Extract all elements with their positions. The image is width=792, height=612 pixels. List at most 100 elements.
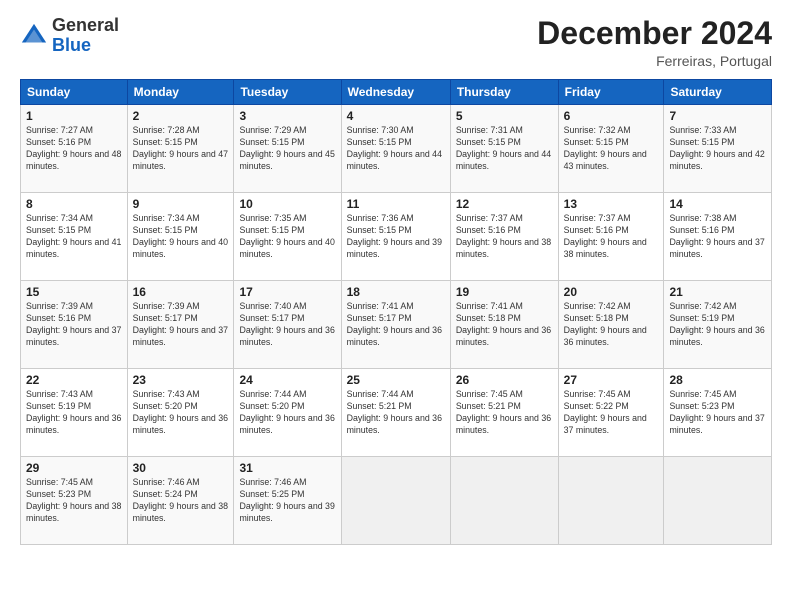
day-number: 27: [564, 373, 659, 387]
header-tuesday: Tuesday: [234, 80, 341, 105]
table-cell: 15 Sunrise: 7:39 AM Sunset: 5:16 PM Dayl…: [21, 281, 128, 369]
page: General Blue December 2024 Ferreiras, Po…: [0, 0, 792, 612]
day-info: Sunrise: 7:31 AM Sunset: 5:15 PM Dayligh…: [456, 125, 553, 173]
day-info: Sunrise: 7:38 AM Sunset: 5:16 PM Dayligh…: [669, 213, 766, 261]
day-info: Sunrise: 7:37 AM Sunset: 5:16 PM Dayligh…: [564, 213, 659, 261]
day-number: 25: [347, 373, 445, 387]
day-number: 7: [669, 109, 766, 123]
calendar-table: Sunday Monday Tuesday Wednesday Thursday…: [20, 79, 772, 545]
day-number: 23: [133, 373, 229, 387]
table-cell: [664, 457, 772, 545]
day-number: 24: [239, 373, 335, 387]
day-number: 2: [133, 109, 229, 123]
day-info: Sunrise: 7:35 AM Sunset: 5:15 PM Dayligh…: [239, 213, 335, 261]
day-number: 11: [347, 197, 445, 211]
header-friday: Friday: [558, 80, 664, 105]
table-cell: 3 Sunrise: 7:29 AM Sunset: 5:15 PM Dayli…: [234, 105, 341, 193]
day-number: 9: [133, 197, 229, 211]
table-cell: 12 Sunrise: 7:37 AM Sunset: 5:16 PM Dayl…: [450, 193, 558, 281]
title-block: December 2024 Ferreiras, Portugal: [537, 16, 772, 69]
table-cell: 31 Sunrise: 7:46 AM Sunset: 5:25 PM Dayl…: [234, 457, 341, 545]
table-cell: 23 Sunrise: 7:43 AM Sunset: 5:20 PM Dayl…: [127, 369, 234, 457]
table-cell: 4 Sunrise: 7:30 AM Sunset: 5:15 PM Dayli…: [341, 105, 450, 193]
day-number: 10: [239, 197, 335, 211]
day-info: Sunrise: 7:36 AM Sunset: 5:15 PM Dayligh…: [347, 213, 445, 261]
month-title: December 2024: [537, 16, 772, 51]
day-info: Sunrise: 7:45 AM Sunset: 5:22 PM Dayligh…: [564, 389, 659, 437]
table-cell: 29 Sunrise: 7:45 AM Sunset: 5:23 PM Dayl…: [21, 457, 128, 545]
calendar-week-row: 29 Sunrise: 7:45 AM Sunset: 5:23 PM Dayl…: [21, 457, 772, 545]
table-cell: 2 Sunrise: 7:28 AM Sunset: 5:15 PM Dayli…: [127, 105, 234, 193]
day-info: Sunrise: 7:37 AM Sunset: 5:16 PM Dayligh…: [456, 213, 553, 261]
day-info: Sunrise: 7:42 AM Sunset: 5:18 PM Dayligh…: [564, 301, 659, 349]
table-cell: 24 Sunrise: 7:44 AM Sunset: 5:20 PM Dayl…: [234, 369, 341, 457]
table-cell: 11 Sunrise: 7:36 AM Sunset: 5:15 PM Dayl…: [341, 193, 450, 281]
table-cell: 18 Sunrise: 7:41 AM Sunset: 5:17 PM Dayl…: [341, 281, 450, 369]
table-cell: [558, 457, 664, 545]
day-number: 6: [564, 109, 659, 123]
table-cell: 17 Sunrise: 7:40 AM Sunset: 5:17 PM Dayl…: [234, 281, 341, 369]
table-cell: 7 Sunrise: 7:33 AM Sunset: 5:15 PM Dayli…: [664, 105, 772, 193]
day-info: Sunrise: 7:43 AM Sunset: 5:20 PM Dayligh…: [133, 389, 229, 437]
calendar-week-row: 1 Sunrise: 7:27 AM Sunset: 5:16 PM Dayli…: [21, 105, 772, 193]
day-info: Sunrise: 7:45 AM Sunset: 5:23 PM Dayligh…: [669, 389, 766, 437]
table-cell: [341, 457, 450, 545]
table-cell: 30 Sunrise: 7:46 AM Sunset: 5:24 PM Dayl…: [127, 457, 234, 545]
day-number: 26: [456, 373, 553, 387]
day-info: Sunrise: 7:29 AM Sunset: 5:15 PM Dayligh…: [239, 125, 335, 173]
header: General Blue December 2024 Ferreiras, Po…: [20, 16, 772, 69]
day-number: 15: [26, 285, 122, 299]
day-number: 14: [669, 197, 766, 211]
day-info: Sunrise: 7:44 AM Sunset: 5:21 PM Dayligh…: [347, 389, 445, 437]
table-cell: 19 Sunrise: 7:41 AM Sunset: 5:18 PM Dayl…: [450, 281, 558, 369]
table-cell: [450, 457, 558, 545]
day-number: 31: [239, 461, 335, 475]
day-info: Sunrise: 7:39 AM Sunset: 5:16 PM Dayligh…: [26, 301, 122, 349]
day-info: Sunrise: 7:41 AM Sunset: 5:18 PM Dayligh…: [456, 301, 553, 349]
header-thursday: Thursday: [450, 80, 558, 105]
table-cell: 13 Sunrise: 7:37 AM Sunset: 5:16 PM Dayl…: [558, 193, 664, 281]
table-cell: 9 Sunrise: 7:34 AM Sunset: 5:15 PM Dayli…: [127, 193, 234, 281]
day-info: Sunrise: 7:39 AM Sunset: 5:17 PM Dayligh…: [133, 301, 229, 349]
calendar-header-row: Sunday Monday Tuesday Wednesday Thursday…: [21, 80, 772, 105]
table-cell: 20 Sunrise: 7:42 AM Sunset: 5:18 PM Dayl…: [558, 281, 664, 369]
calendar-week-row: 8 Sunrise: 7:34 AM Sunset: 5:15 PM Dayli…: [21, 193, 772, 281]
header-saturday: Saturday: [664, 80, 772, 105]
table-cell: 10 Sunrise: 7:35 AM Sunset: 5:15 PM Dayl…: [234, 193, 341, 281]
day-info: Sunrise: 7:34 AM Sunset: 5:15 PM Dayligh…: [133, 213, 229, 261]
day-info: Sunrise: 7:45 AM Sunset: 5:23 PM Dayligh…: [26, 477, 122, 525]
table-cell: 5 Sunrise: 7:31 AM Sunset: 5:15 PM Dayli…: [450, 105, 558, 193]
day-number: 29: [26, 461, 122, 475]
day-number: 3: [239, 109, 335, 123]
day-info: Sunrise: 7:34 AM Sunset: 5:15 PM Dayligh…: [26, 213, 122, 261]
day-number: 12: [456, 197, 553, 211]
day-number: 19: [456, 285, 553, 299]
day-info: Sunrise: 7:40 AM Sunset: 5:17 PM Dayligh…: [239, 301, 335, 349]
day-info: Sunrise: 7:33 AM Sunset: 5:15 PM Dayligh…: [669, 125, 766, 173]
day-number: 5: [456, 109, 553, 123]
table-cell: 22 Sunrise: 7:43 AM Sunset: 5:19 PM Dayl…: [21, 369, 128, 457]
table-cell: 16 Sunrise: 7:39 AM Sunset: 5:17 PM Dayl…: [127, 281, 234, 369]
day-info: Sunrise: 7:27 AM Sunset: 5:16 PM Dayligh…: [26, 125, 122, 173]
logo-general-text: General: [52, 15, 119, 35]
logo-icon: [20, 22, 48, 50]
table-cell: 27 Sunrise: 7:45 AM Sunset: 5:22 PM Dayl…: [558, 369, 664, 457]
day-number: 20: [564, 285, 659, 299]
day-info: Sunrise: 7:46 AM Sunset: 5:25 PM Dayligh…: [239, 477, 335, 525]
header-sunday: Sunday: [21, 80, 128, 105]
day-number: 22: [26, 373, 122, 387]
table-cell: 1 Sunrise: 7:27 AM Sunset: 5:16 PM Dayli…: [21, 105, 128, 193]
calendar-week-row: 22 Sunrise: 7:43 AM Sunset: 5:19 PM Dayl…: [21, 369, 772, 457]
logo: General Blue: [20, 16, 119, 56]
table-cell: 26 Sunrise: 7:45 AM Sunset: 5:21 PM Dayl…: [450, 369, 558, 457]
day-number: 28: [669, 373, 766, 387]
location: Ferreiras, Portugal: [537, 53, 772, 69]
table-cell: 14 Sunrise: 7:38 AM Sunset: 5:16 PM Dayl…: [664, 193, 772, 281]
table-cell: 6 Sunrise: 7:32 AM Sunset: 5:15 PM Dayli…: [558, 105, 664, 193]
day-number: 21: [669, 285, 766, 299]
day-number: 8: [26, 197, 122, 211]
calendar-week-row: 15 Sunrise: 7:39 AM Sunset: 5:16 PM Dayl…: [21, 281, 772, 369]
day-number: 17: [239, 285, 335, 299]
day-number: 4: [347, 109, 445, 123]
day-info: Sunrise: 7:30 AM Sunset: 5:15 PM Dayligh…: [347, 125, 445, 173]
